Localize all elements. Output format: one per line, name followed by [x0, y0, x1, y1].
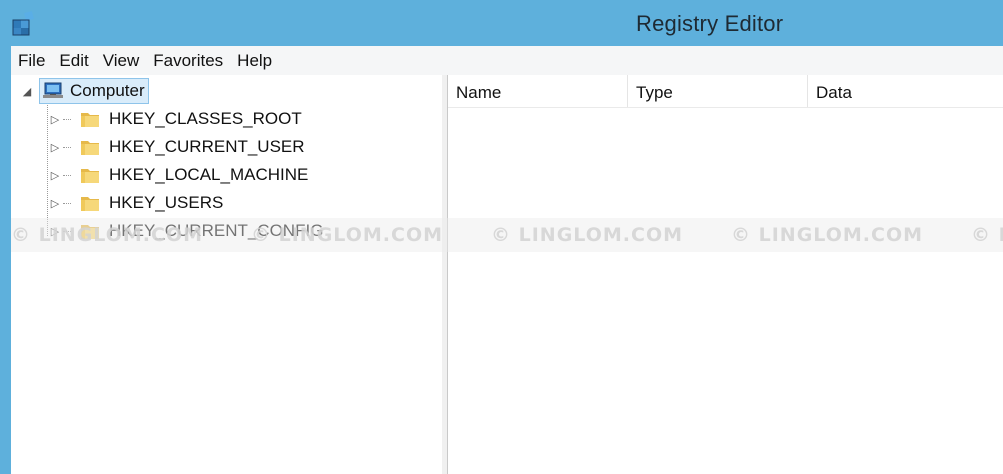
- tree-label-hkcc: HKEY_CURRENT_CONFIG: [109, 221, 324, 240]
- values-list-pane[interactable]: Name Type Data: [448, 75, 1003, 474]
- tree-node-hkcu[interactable]: ▷ HKEY_CURRENT_USER: [49, 134, 305, 160]
- collapsed-arrow-icon[interactable]: ▷: [49, 225, 61, 238]
- tree-label-hkcu: HKEY_CURRENT_USER: [109, 137, 305, 156]
- collapsed-arrow-icon[interactable]: ▷: [49, 113, 61, 126]
- menu-edit[interactable]: Edit: [52, 46, 95, 75]
- column-header-name[interactable]: Name: [448, 75, 628, 107]
- tree-node-hkcc[interactable]: ▷ HKEY_CURRENT_CONFIG: [49, 218, 324, 244]
- registry-tree-pane[interactable]: ◢ Computer ▷ HKEY_CLASSES_ROOT ▷ HKEY_CU…: [11, 75, 443, 474]
- tree-label-hklm: HKEY_LOCAL_MACHINE: [109, 165, 309, 184]
- tree-label-hkcr: HKEY_CLASSES_ROOT: [109, 109, 302, 128]
- tree-connector: [63, 118, 71, 120]
- column-header-type[interactable]: Type: [628, 75, 808, 107]
- registry-editor-icon[interactable]: [11, 10, 39, 36]
- tree-node-hku[interactable]: ▷ HKEY_USERS: [49, 190, 224, 216]
- folder-icon: [81, 197, 99, 211]
- collapsed-arrow-icon[interactable]: ▷: [49, 197, 61, 210]
- folder-icon: [81, 113, 99, 127]
- tree-label-hku: HKEY_USERS: [109, 193, 224, 212]
- tree-node-computer[interactable]: ◢ Computer: [21, 78, 149, 104]
- tree-connector: [63, 174, 71, 176]
- column-header-data[interactable]: Data: [808, 75, 1003, 107]
- tree-label-computer: Computer: [70, 81, 145, 100]
- selected-node-highlight[interactable]: Computer: [39, 78, 149, 104]
- window-title: Registry Editor: [636, 11, 784, 36]
- menu-view[interactable]: View: [96, 46, 147, 75]
- tree-node-hklm[interactable]: ▷ HKEY_LOCAL_MACHINE: [49, 162, 309, 188]
- collapsed-arrow-icon[interactable]: ▷: [49, 141, 61, 154]
- tree-node-hkcr[interactable]: ▷ HKEY_CLASSES_ROOT: [49, 106, 302, 132]
- expanded-arrow-icon[interactable]: ◢: [21, 85, 33, 98]
- folder-icon: [81, 225, 99, 239]
- title-bar: Registry Editor: [0, 0, 1003, 46]
- tree-connector: [63, 146, 71, 148]
- computer-icon: [43, 82, 63, 98]
- menu-bar: File Edit View Favorites Help: [11, 46, 1003, 75]
- collapsed-arrow-icon[interactable]: ▷: [49, 169, 61, 182]
- menu-help[interactable]: Help: [230, 46, 279, 75]
- folder-icon: [81, 141, 99, 155]
- tree-connector: [63, 230, 71, 232]
- tree-connector: [63, 202, 71, 204]
- menu-file[interactable]: File: [11, 46, 52, 75]
- menu-favorites[interactable]: Favorites: [146, 46, 230, 75]
- folder-icon: [81, 169, 99, 183]
- list-header: Name Type Data: [448, 75, 1003, 108]
